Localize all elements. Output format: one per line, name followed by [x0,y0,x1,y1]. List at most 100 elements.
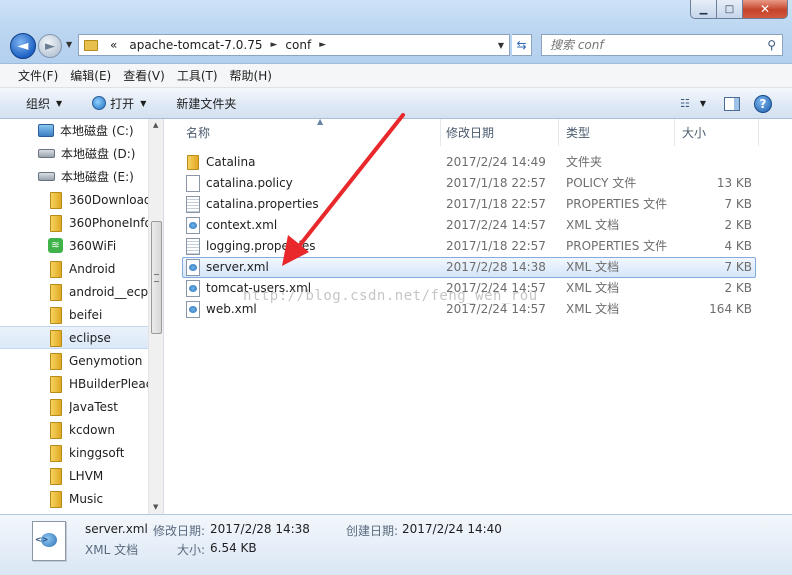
file-row[interactable]: server.xml 2017/2/28 14:38 XML 文档 7 KB [182,257,756,278]
details-modified-value: 2017/2/28 14:38 [210,522,310,536]
sidebar-item[interactable]: eclipse [0,326,148,349]
scroll-thumb[interactable] [151,221,162,334]
file-type: XML 文档 [566,281,620,295]
breadcrumb-apache-tomcat[interactable]: apache-tomcat-7.0.75 [123,38,268,52]
menu-edit[interactable]: 编辑(E) [64,67,117,84]
breadcrumb-chevron-icon[interactable]: ► [317,40,328,50]
sidebar-item-label: beifei [69,307,103,322]
file-row[interactable]: logging.properties 2017/1/18 22:57 PROPERT… [165,236,792,257]
sidebar-item-label: 360PhoneInfo [69,215,148,230]
maximize-button[interactable]: □ [717,0,743,19]
xml-file-large-icon: <> [32,521,66,561]
file-row[interactable]: Catalina 2017/2/24 14:49 文件夹 [165,152,792,173]
organize-button[interactable]: 组织 ▼ [0,95,72,112]
search-input[interactable] [542,38,752,52]
details-modified-label: 修改日期: [153,524,206,538]
file-modified-date: 2017/2/28 14:38 [446,260,546,274]
sidebar-item[interactable]: beifei [0,303,148,326]
command-bar: 组织 ▼ 打开 ▼ 新建文件夹 ☷ ▼ ? [0,88,792,119]
file-row[interactable]: catalina.policy 2017/1/18 22:57 POLICY 文件 1… [165,173,792,194]
column-header-date[interactable]: 修改日期 [439,119,559,146]
sidebar-item[interactable]: 本地磁盘 (D:) [0,142,148,165]
file-size: 13 KB [716,176,752,190]
watermark-text: http://blog.csdn.net/feng_wen_rou [243,288,538,304]
nav-scrollbar[interactable]: ▲ ▼ [148,119,163,514]
breadcrumb-conf[interactable]: conf [279,38,317,52]
menu-tools[interactable]: 工具(T) [171,67,224,84]
sidebar-item[interactable]: 360PhoneInfo [0,211,148,234]
sidebar-item[interactable]: 本地磁盘 (E:) [0,165,148,188]
file-name: catalina.properties [206,197,319,211]
forward-button[interactable]: ► [38,34,62,58]
column-header-name[interactable]: 名称 ▲ [179,117,441,146]
file-modified-date: 2017/1/18 22:57 [446,197,546,211]
view-dropdown[interactable]: ▼ [694,99,706,108]
scroll-down-icon[interactable]: ▼ [153,503,158,511]
help-icon[interactable]: ? [754,94,772,113]
chevron-down-icon: ▼ [140,98,147,108]
file-type: PROPERTIES 文件 [566,239,668,253]
file-name: logging.properties [206,239,316,253]
folder-icon [48,284,62,301]
preview-pane-icon[interactable] [724,96,740,111]
sidebar-item-label: HBuilderPleac [69,376,148,391]
open-button[interactable]: 打开 ▼ [72,95,156,112]
details-file-type: XML 文档 [85,543,139,557]
xml-file-icon [186,259,200,276]
folder-icon [48,399,62,416]
open-label: 打开 [110,96,135,111]
sidebar-item[interactable]: HBuilderPleac [0,372,148,395]
refresh-button[interactable]: ⇆ [512,34,532,56]
sidebar-item-label: LHVM [69,468,104,483]
sidebar-item[interactable]: Android [0,257,148,280]
properties-file-icon [186,238,200,255]
sidebar-item[interactable]: Music [0,487,148,510]
column-date-label: 修改日期 [446,126,495,140]
sidebar-item[interactable]: JavaTest [0,395,148,418]
menu-view[interactable]: 查看(V) [117,67,171,84]
details-file-name: server.xml [85,522,148,536]
breadcrumb-chevron-icon[interactable]: ► [268,40,279,50]
file-size: 2 KB [724,281,752,295]
folder-icon [48,422,62,439]
wifi-app-icon: ≋ [48,238,63,253]
back-button[interactable]: ◄ [10,33,36,59]
file-type: POLICY 文件 [566,176,637,190]
address-overflow[interactable]: « [104,38,123,52]
file-row[interactable]: catalina.properties 2017/1/18 22:57 PROPER… [165,194,792,215]
xml-file-icon [186,280,200,297]
column-header-size[interactable]: 大小 [675,119,759,146]
minimize-button[interactable]: ▁ [690,0,717,19]
sidebar-item[interactable]: android__ecpl [0,280,148,303]
xml-file-icon [186,301,200,318]
close-button[interactable]: ✕ [743,0,788,19]
sidebar-item[interactable]: kcdown [0,418,148,441]
sort-ascending-icon: ▲ [317,117,324,126]
sidebar-item-label: 本地磁盘 (E:) [61,170,134,184]
new-folder-button[interactable]: 新建文件夹 [156,95,246,112]
sidebar-item[interactable]: ≋ 360WiFi [0,234,148,257]
menu-help[interactable]: 帮助(H) [224,67,278,84]
menu-file[interactable]: 文件(F) [12,67,64,84]
chevron-down-icon: ▼ [699,99,706,108]
view-options-icon[interactable]: ☷ [680,97,690,110]
recent-pages-dropdown[interactable]: ▼ [66,40,72,49]
sidebar-item[interactable]: 本地磁盘 (C:) [0,119,148,142]
search-icon[interactable]: ⚲ [767,38,776,52]
scroll-up-icon[interactable]: ▲ [153,121,158,129]
address-history-dropdown[interactable]: ▼ [493,41,509,50]
address-bar[interactable]: « apache-tomcat-7.0.75 ► conf ► ▼ [78,34,510,56]
sidebar-item[interactable]: Genymotion [0,349,148,372]
file-row[interactable]: context.xml 2017/2/24 14:57 XML 文档 2 KB [165,215,792,236]
details-size-value: 6.54 KB [210,541,257,555]
sidebar-item[interactable]: LHVM [0,464,148,487]
file-size: 2 KB [724,218,752,232]
search-box[interactable]: ⚲ [541,34,783,56]
column-size-label: 大小 [682,126,707,140]
folder-icon [48,307,62,324]
column-header-type[interactable]: 类型 [559,119,675,146]
sidebar-item[interactable]: kinggsoft [0,441,148,464]
file-modified-date: 2017/2/24 14:49 [446,155,546,169]
sidebar-item[interactable]: 360Download [0,188,148,211]
browser-icon [92,96,107,110]
